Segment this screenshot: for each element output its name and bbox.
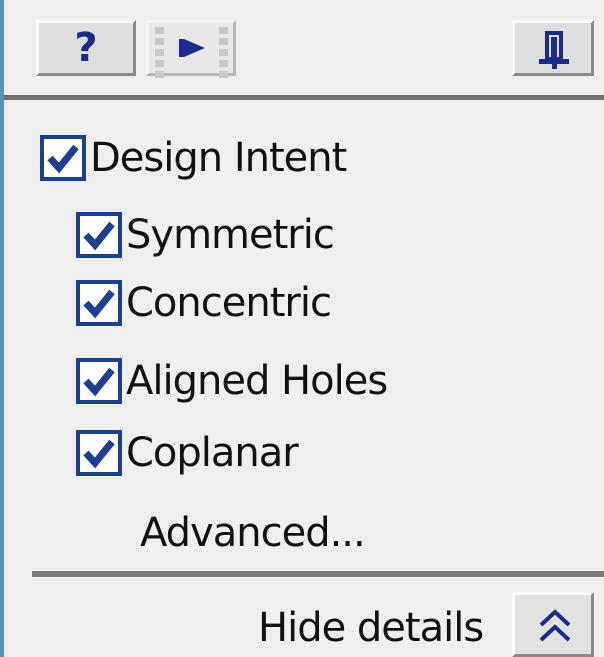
design-intent-checkbox-row[interactable]: Design Intent (40, 133, 347, 183)
help-button[interactable]: ? (36, 20, 136, 76)
coplanar-checkbox-row[interactable]: Coplanar (76, 428, 299, 478)
check-icon (47, 144, 79, 174)
concentric-checkbox[interactable] (76, 280, 122, 326)
toolbar-divider (4, 95, 604, 100)
concentric-label: Concentric (126, 280, 332, 326)
design-intent-panel: ? Design Intent Symmetric Concentric Ali… (0, 0, 604, 657)
pin-button[interactable] (512, 20, 594, 76)
help-icon: ? (74, 25, 98, 71)
check-icon (83, 221, 115, 251)
pin-icon (539, 31, 569, 69)
check-icon (83, 439, 115, 469)
symmetric-checkbox-row[interactable]: Symmetric (76, 210, 335, 260)
aligned-holes-label: Aligned Holes (126, 358, 388, 404)
hide-details-button[interactable] (512, 592, 594, 657)
design-intent-label: Design Intent (90, 135, 347, 181)
symmetric-checkbox[interactable] (76, 212, 122, 258)
details-divider (32, 571, 604, 577)
symmetric-label: Symmetric (126, 212, 335, 258)
concentric-checkbox-row[interactable]: Concentric (76, 278, 332, 328)
coplanar-checkbox[interactable] (76, 430, 122, 476)
play-icon (179, 39, 205, 57)
film-strip-icon (217, 25, 229, 78)
film-strip-icon (153, 25, 165, 78)
hide-details-label[interactable]: Hide details (258, 605, 484, 651)
coplanar-label: Coplanar (126, 430, 299, 476)
check-icon (83, 367, 115, 397)
aligned-holes-checkbox-row[interactable]: Aligned Holes (76, 356, 388, 406)
play-button[interactable] (146, 20, 236, 78)
double-chevron-up-icon (539, 609, 571, 642)
advanced-link[interactable]: Advanced... (140, 510, 366, 556)
check-icon (83, 289, 115, 319)
design-intent-checkbox[interactable] (40, 135, 86, 181)
aligned-holes-checkbox[interactable] (76, 358, 122, 404)
